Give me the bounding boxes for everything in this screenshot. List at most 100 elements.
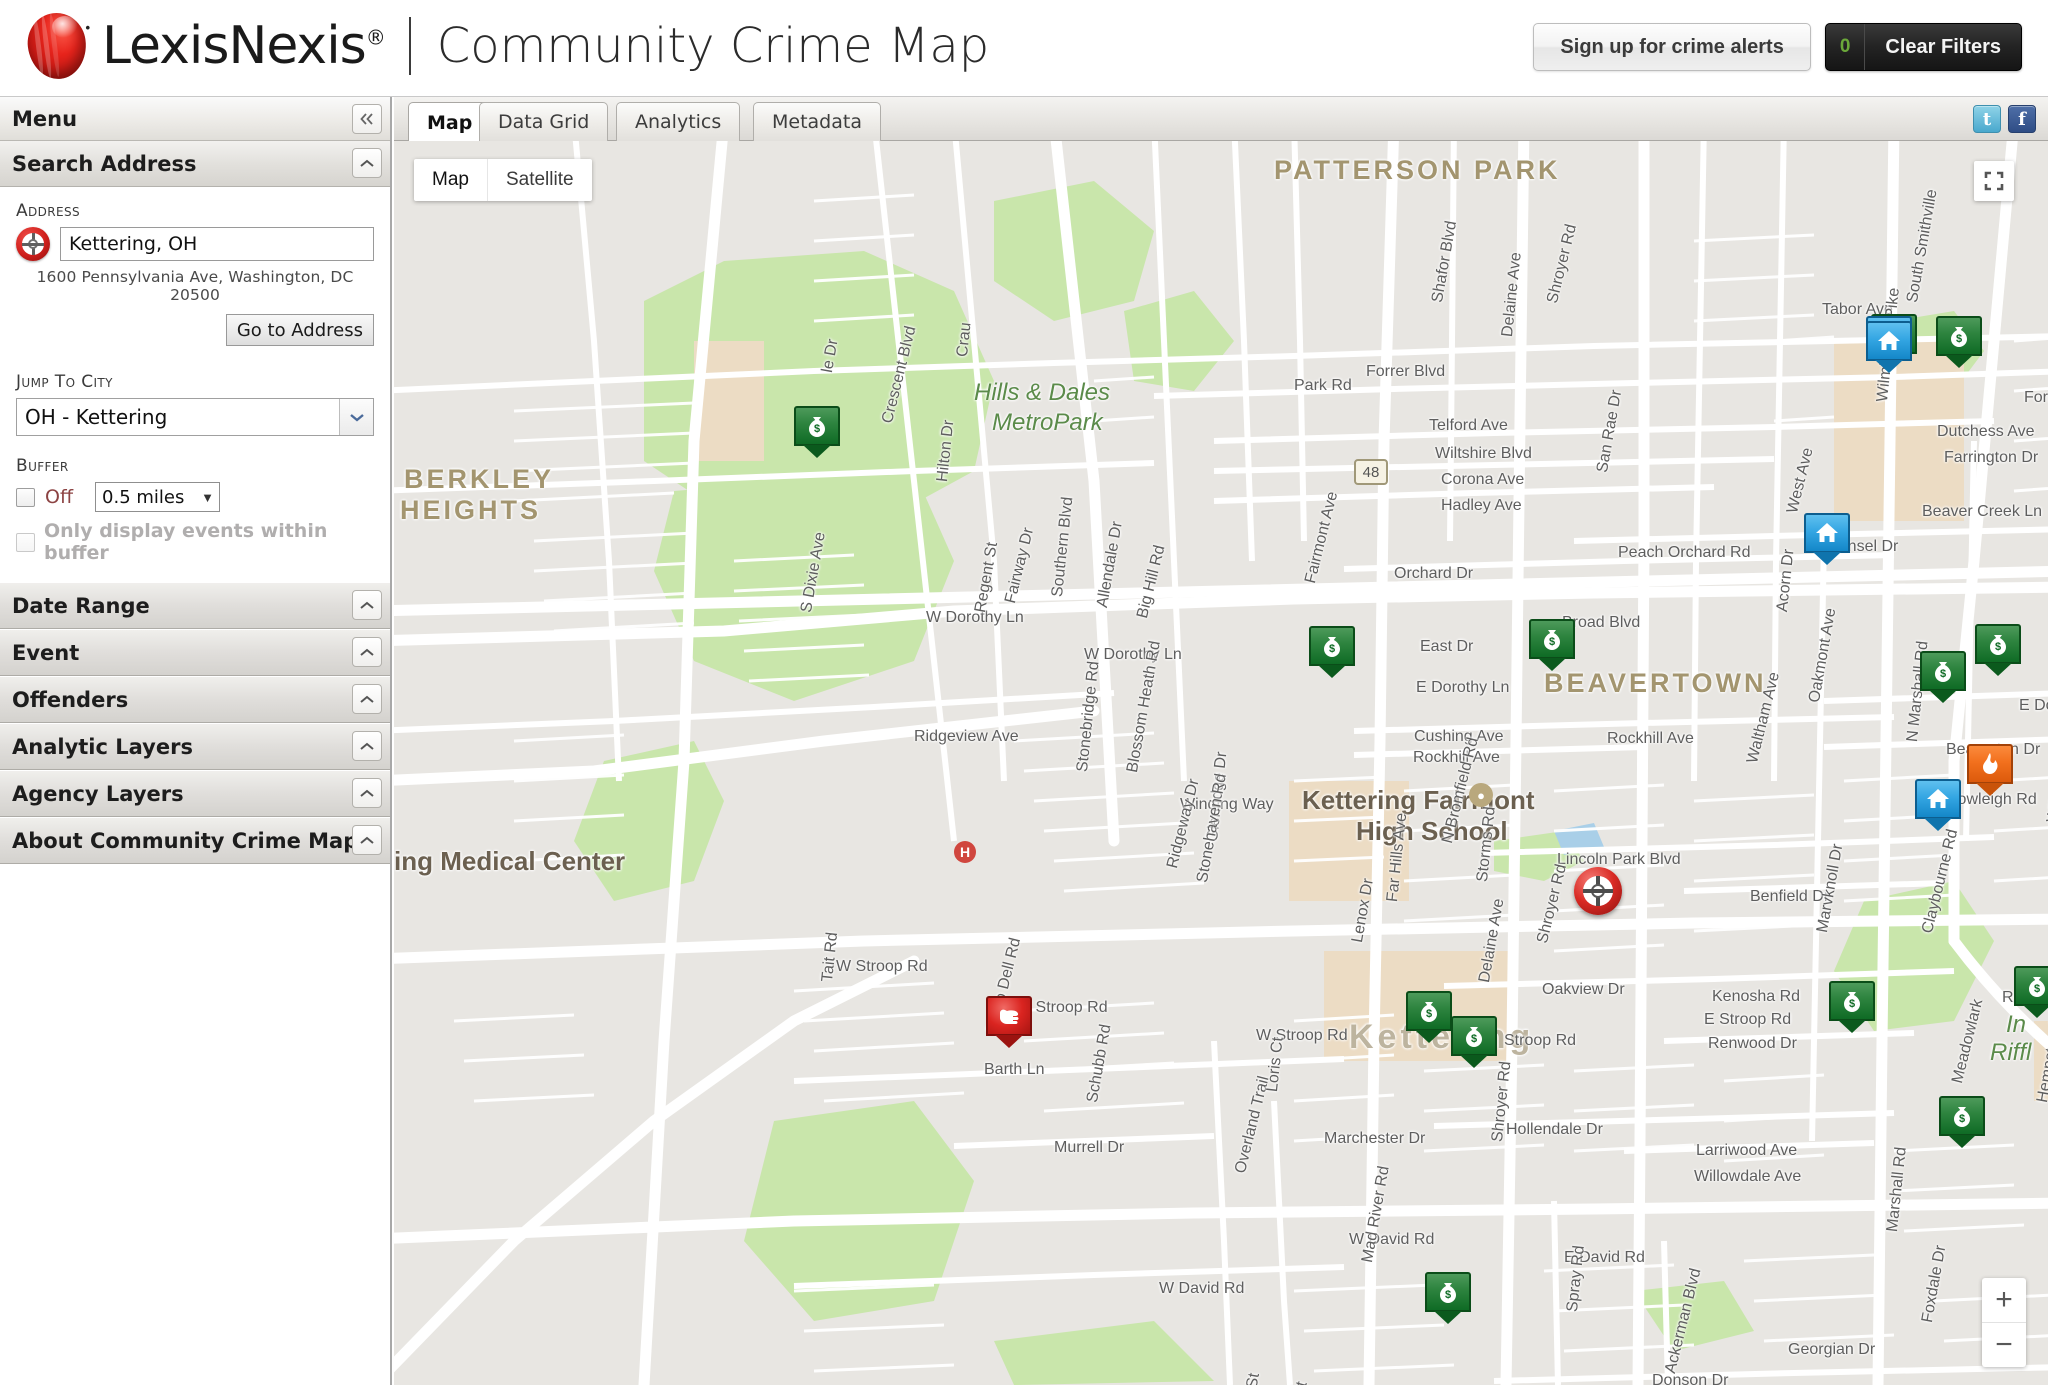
clear-filters-label: Clear Filters	[1885, 35, 2001, 58]
buffer-state-label: Off	[45, 486, 74, 508]
marker-theft[interactable]: $	[1920, 651, 1966, 703]
marker-burglary[interactable]	[1915, 779, 1961, 831]
marker-tail	[1929, 690, 1957, 703]
svg-text:$: $	[1471, 1033, 1477, 1045]
only-within-buffer-row: Only display events within buffer	[16, 520, 374, 564]
marker-theft[interactable]: $	[1309, 626, 1355, 678]
buffer-distance-select[interactable]: 0.5 miles	[95, 482, 221, 512]
search-address-toggle-button[interactable]	[352, 148, 382, 178]
marker-burglary[interactable]	[1804, 513, 1850, 565]
address-hint-text: 1600 Pennsylvania Ave, Washington, DC 20…	[36, 268, 354, 304]
marker-glyph-icon: $	[1920, 651, 1966, 691]
sidebar-section-label: Date Range	[12, 593, 150, 618]
chevron-up-icon	[360, 159, 374, 167]
chevron-up-icon	[360, 648, 374, 656]
marker-tail	[1945, 355, 1973, 368]
marker-tail	[1813, 552, 1841, 565]
map-type-control[interactable]: Map Satellite	[414, 159, 592, 201]
svg-text:$: $	[1549, 636, 1555, 648]
only-within-buffer-checkbox[interactable]	[16, 532, 35, 552]
marker-theft[interactable]: $	[1451, 1016, 1497, 1068]
marker-tail	[803, 445, 831, 458]
twitter-icon[interactable]: t	[1973, 105, 2001, 133]
tab-data-grid[interactable]: Data Grid	[479, 102, 609, 141]
poi-hospital-icon[interactable]: H	[954, 841, 976, 863]
chevron-up-icon	[360, 695, 374, 703]
sidebar-section-agency-layers[interactable]: Agency Layers	[0, 770, 390, 817]
facebook-icon[interactable]: f	[2008, 105, 2036, 133]
map-view[interactable]: Map Satellite + − PATTERSON PARK Hills & …	[394, 141, 2048, 1385]
lexisnexis-logo: • LexisNexis® Community Crime Map	[22, 6, 989, 86]
marker-theft[interactable]: $	[1936, 316, 1982, 368]
sidebar-section-toggle-button[interactable]	[352, 825, 382, 855]
poi-school-icon[interactable]: ●	[1469, 783, 1493, 807]
marker-theft[interactable]: $	[1529, 619, 1575, 671]
marker-glyph-icon: $	[1936, 316, 1982, 356]
sidebar-section-toggle-button[interactable]	[352, 637, 382, 667]
marker-glyph-icon	[1915, 779, 1961, 819]
registered-mark: •	[85, 20, 90, 35]
sidebar-section-toggle-button[interactable]	[352, 684, 382, 714]
sidebar-section-label: Agency Layers	[12, 781, 184, 806]
social-links: tf	[1973, 105, 2036, 133]
buffer-checkbox[interactable]	[16, 487, 35, 507]
marker-glyph-icon	[1866, 321, 1912, 361]
signup-crime-alerts-button[interactable]: Sign up for crime alerts	[1533, 23, 1811, 71]
sidebar-section-label: Event	[12, 640, 80, 665]
clear-filters-button[interactable]: 0 Clear Filters	[1824, 23, 2022, 71]
marker-theft[interactable]: $	[1975, 624, 2021, 676]
logo-divider	[408, 17, 411, 75]
map-type-satellite-button[interactable]: Satellite	[488, 159, 592, 201]
sidebar-section-toggle-button[interactable]	[352, 590, 382, 620]
locate-me-icon[interactable]	[16, 227, 50, 261]
search-address-body: Address 1600 Pennsylvania Ave, Washingto…	[0, 187, 390, 582]
search-address-header[interactable]: Search Address	[0, 141, 390, 187]
sidebar-section-event[interactable]: Event	[0, 629, 390, 676]
sidebar-section-toggle-button[interactable]	[352, 778, 382, 808]
go-to-address-button[interactable]: Go to Address	[225, 314, 374, 346]
tab-label: Map	[427, 111, 473, 134]
sidebar-section-offenders[interactable]: Offenders	[0, 676, 390, 723]
marker-tail	[1434, 1311, 1462, 1324]
menu-title: Menu	[12, 106, 78, 131]
marker-glyph-icon: $	[794, 406, 840, 446]
marker-glyph-icon	[1804, 513, 1850, 553]
jump-to-city-wrap: OH - Kettering	[16, 398, 374, 436]
tab-metadata[interactable]: Metadata	[753, 102, 881, 141]
marker-theft[interactable]: $	[2014, 966, 2048, 1018]
map-type-map-button[interactable]: Map	[414, 159, 488, 201]
sidebar-section-analytic-layers[interactable]: Analytic Layers	[0, 723, 390, 770]
marker-theft[interactable]: $	[1406, 991, 1452, 1043]
chevron-up-icon	[360, 836, 374, 844]
sidebar-accordion: Date Range Event Offenders Analytic Layers A…	[0, 582, 390, 864]
tab-analytics[interactable]: Analytics	[616, 102, 741, 141]
marker-theft[interactable]: $	[1939, 1096, 1985, 1148]
marker-theft[interactable]: $	[794, 406, 840, 458]
svg-text:$: $	[814, 423, 820, 435]
sidebar-section-label: Analytic Layers	[12, 734, 193, 759]
sidebar-section-toggle-button[interactable]	[352, 731, 382, 761]
svg-text:$: $	[2034, 983, 2040, 995]
marker-glyph-icon: $	[1425, 1272, 1471, 1312]
address-input[interactable]	[60, 227, 374, 261]
jump-to-city-select[interactable]: OH - Kettering	[16, 398, 374, 436]
marker-theft[interactable]: $	[1425, 1272, 1471, 1324]
svg-text:$: $	[1329, 643, 1335, 655]
zoom-out-button[interactable]: −	[1982, 1323, 2026, 1367]
marker-assault[interactable]	[986, 996, 1032, 1048]
zoom-controls[interactable]: + −	[1982, 1278, 2026, 1367]
sidebar-section-about-community-crime-map[interactable]: About Community Crime Map	[0, 817, 390, 864]
search-address-title: Search Address	[12, 151, 197, 176]
collapse-sidebar-button[interactable]	[352, 104, 382, 134]
marker-arson[interactable]	[1967, 744, 2013, 796]
marker-glyph-icon	[986, 996, 1032, 1036]
fullscreen-button[interactable]	[1974, 161, 2014, 201]
sidebar-section-date-range[interactable]: Date Range	[0, 582, 390, 629]
address-target-marker[interactable]	[1574, 867, 1622, 915]
page-title: Community Crime Map	[436, 18, 990, 74]
tab-label: Analytics	[635, 111, 722, 133]
marker-theft[interactable]: $	[1829, 981, 1875, 1033]
marker-glyph-icon: $	[1939, 1096, 1985, 1136]
marker-burglary[interactable]	[1866, 321, 1912, 373]
zoom-in-button[interactable]: +	[1982, 1278, 2026, 1322]
